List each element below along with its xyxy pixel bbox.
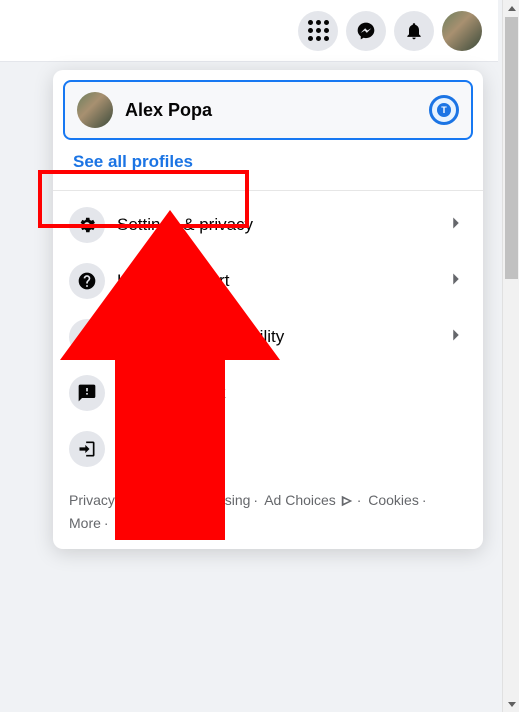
menu-settings-privacy[interactable]: Settings & privacy bbox=[63, 199, 473, 251]
menu-display-accessibility[interactable]: Display & accessibility bbox=[63, 311, 473, 363]
footer-copyright: Meta © 2022 bbox=[115, 515, 195, 531]
notifications-button[interactable] bbox=[394, 11, 434, 51]
messenger-button[interactable] bbox=[346, 11, 386, 51]
scroll-thumb[interactable] bbox=[505, 17, 518, 279]
adchoices-icon bbox=[340, 490, 354, 512]
footer-link-cookies[interactable]: Cookies bbox=[368, 492, 419, 508]
menu-log-out[interactable]: Log Out bbox=[63, 423, 473, 475]
dropdown-footer: Privacy· Terms· Advertising· Ad Choices … bbox=[63, 489, 473, 535]
menu-button[interactable] bbox=[298, 11, 338, 51]
profile-switch-badge: T bbox=[429, 95, 459, 125]
chevron-right-icon bbox=[445, 324, 467, 351]
account-dropdown: Alex Popa T See all profiles Settings & … bbox=[53, 70, 483, 549]
profile-card[interactable]: Alex Popa T bbox=[63, 80, 473, 140]
gear-icon bbox=[77, 215, 97, 235]
chevron-right-icon bbox=[445, 268, 467, 295]
menu-give-feedback[interactable]: Give feedback bbox=[63, 367, 473, 419]
feedback-icon bbox=[77, 383, 97, 403]
account-avatar-button[interactable] bbox=[442, 11, 482, 51]
footer-link-more[interactable]: More bbox=[69, 515, 101, 531]
menu-label: Settings & privacy bbox=[117, 215, 433, 235]
menu-label: Help & support bbox=[117, 271, 433, 291]
profile-name: Alex Popa bbox=[125, 100, 417, 121]
menu-help-support[interactable]: Help & support bbox=[63, 255, 473, 307]
see-all-profiles-link[interactable]: See all profiles bbox=[63, 140, 473, 186]
footer-link-advertising[interactable]: Advertising bbox=[181, 492, 250, 508]
logout-icon bbox=[77, 439, 97, 459]
menu-label: Give feedback bbox=[117, 383, 467, 403]
menu-label: Display & accessibility bbox=[117, 327, 433, 347]
top-bar bbox=[0, 0, 498, 62]
messenger-icon bbox=[356, 21, 376, 41]
bell-icon bbox=[404, 21, 424, 41]
scroll-down-button[interactable] bbox=[503, 695, 519, 712]
moon-icon bbox=[77, 327, 97, 347]
profile-avatar bbox=[77, 92, 113, 128]
question-icon bbox=[77, 271, 97, 291]
chevron-right-icon bbox=[445, 212, 467, 239]
grid-icon bbox=[308, 20, 329, 41]
scrollbar[interactable] bbox=[502, 0, 519, 712]
menu-label: Log Out bbox=[117, 439, 467, 459]
scroll-up-button[interactable] bbox=[503, 0, 519, 17]
menu-list: Settings & privacy Help & support Displa… bbox=[63, 199, 473, 475]
footer-link-privacy[interactable]: Privacy bbox=[69, 492, 115, 508]
footer-link-adchoices[interactable]: Ad Choices bbox=[264, 492, 336, 508]
footer-link-terms[interactable]: Terms bbox=[129, 492, 167, 508]
